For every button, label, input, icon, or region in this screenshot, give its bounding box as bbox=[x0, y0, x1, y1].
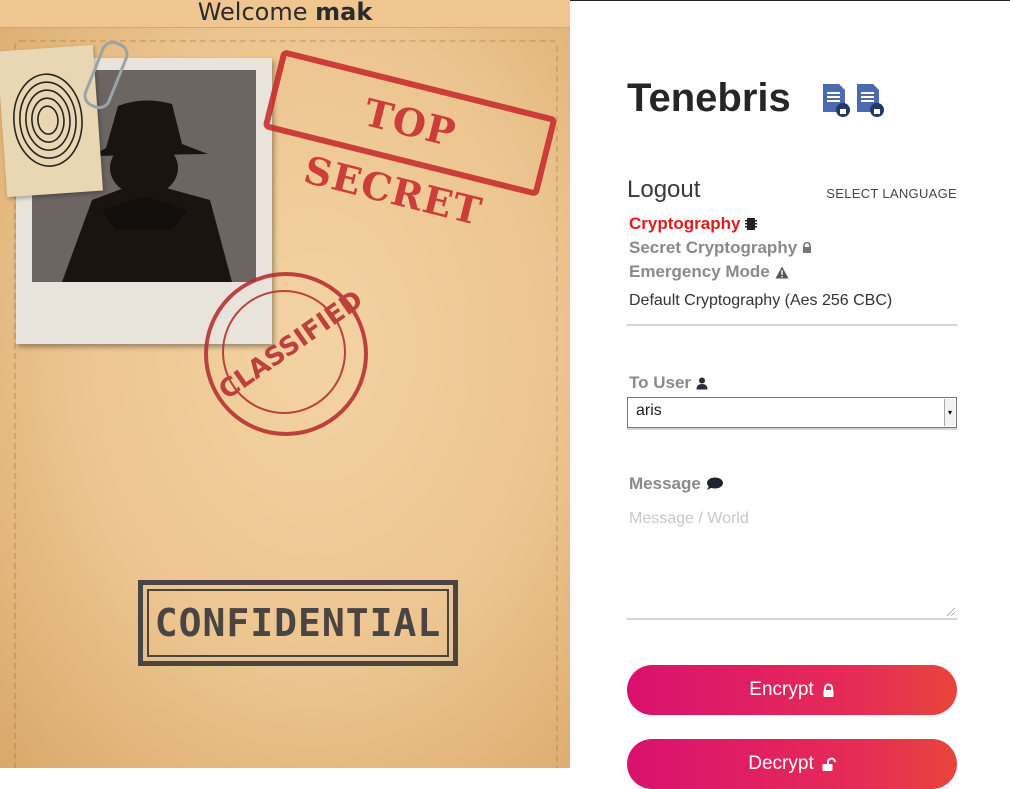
confidential-stamp: CONFIDENTIAL bbox=[138, 580, 458, 666]
nav-item-label: Secret Cryptography bbox=[629, 238, 798, 257]
chip-icon bbox=[745, 218, 758, 230]
nav-item-cryptography[interactable]: Cryptography bbox=[629, 214, 758, 234]
to-user-select[interactable]: aris ▾ bbox=[627, 397, 957, 428]
nav-item-secret-cryptography[interactable]: Secret Cryptography bbox=[629, 238, 812, 258]
top-divider bbox=[570, 0, 1010, 1]
welcome-prefix: Welcome bbox=[197, 0, 308, 26]
fingerprint-icon bbox=[13, 73, 83, 167]
encrypted-document-icon bbox=[855, 82, 885, 118]
fingerprint-card bbox=[0, 44, 103, 198]
dossier-illustration: Welcome mak TOP SECRET CLASSIFIED CONFID… bbox=[0, 0, 570, 768]
classified-stamp: CLASSIFIED bbox=[204, 272, 369, 436]
message-label: Message bbox=[629, 474, 724, 494]
to-user-underline bbox=[627, 428, 957, 430]
app-title: Tenebris bbox=[627, 76, 791, 120]
chevron-down-icon[interactable]: ▾ bbox=[944, 399, 955, 426]
lock-icon bbox=[803, 242, 812, 253]
speech-bubble-icon bbox=[706, 477, 723, 490]
to-user-label-text: To User bbox=[629, 373, 692, 392]
encrypted-document-icon bbox=[821, 82, 851, 118]
nav-item-label: Emergency Mode bbox=[629, 262, 770, 281]
select-language-link[interactable]: SELECT LANGUAGE bbox=[826, 186, 957, 201]
decrypt-button-label: Decrypt bbox=[748, 753, 814, 774]
user-icon bbox=[696, 377, 708, 389]
welcome-banner: Welcome mak bbox=[0, 0, 570, 28]
nav-item-emergency-mode[interactable]: Emergency Mode bbox=[629, 262, 789, 282]
message-placeholder: Message / World bbox=[629, 510, 749, 527]
message-label-text: Message bbox=[629, 474, 701, 493]
welcome-username: mak bbox=[315, 0, 373, 26]
crypto-panel: Tenebris Logout SELECT LANGUAGE Cryptogr… bbox=[570, 0, 1010, 789]
to-user-label: To User bbox=[629, 373, 708, 393]
message-textarea[interactable]: Message / World bbox=[627, 508, 957, 620]
lock-icon bbox=[823, 683, 834, 697]
encrypt-button-label: Encrypt bbox=[749, 679, 814, 700]
title-icons bbox=[821, 82, 885, 118]
warning-icon bbox=[775, 266, 789, 278]
unlock-icon bbox=[822, 757, 836, 771]
encrypt-button[interactable]: Encrypt bbox=[627, 665, 957, 715]
decrypt-button[interactable]: Decrypt bbox=[627, 739, 957, 789]
to-user-value: aris bbox=[636, 402, 662, 419]
crypto-mode-select[interactable]: Default Cryptography (Aes 256 CBC) bbox=[627, 292, 957, 326]
resize-grip-icon[interactable] bbox=[947, 608, 955, 616]
logout-link[interactable]: Logout bbox=[627, 176, 700, 204]
nav-item-label: Cryptography bbox=[629, 214, 741, 233]
